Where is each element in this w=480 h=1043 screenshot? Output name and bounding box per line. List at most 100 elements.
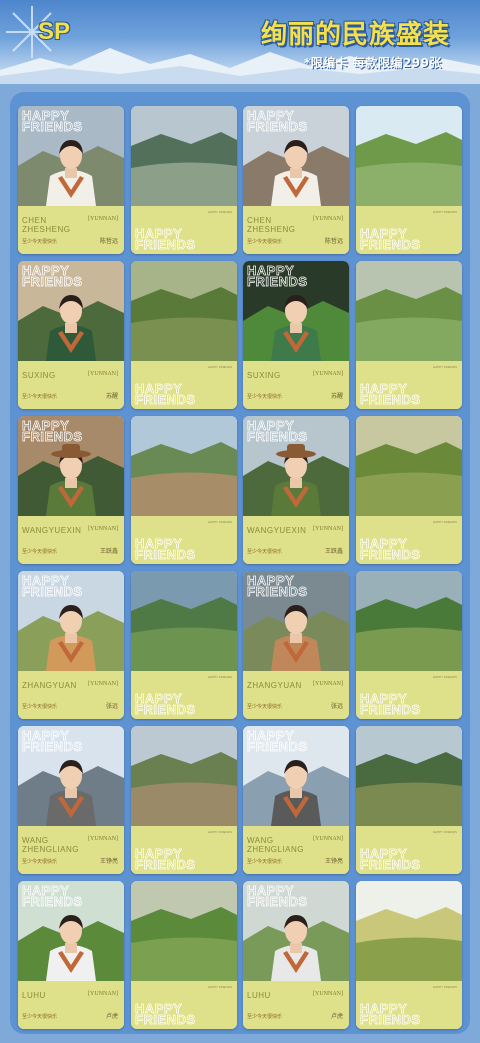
photo-card-back[interactable]: HAPPY FRIENDS HAPPY FRIENDS <box>131 571 237 719</box>
logo-line-2: FRIENDS <box>22 274 83 289</box>
landscape-photo <box>131 261 237 361</box>
photo-card-front[interactable]: HAPPY FRIENDS LUHU [YUNNAN] 至少今天很快乐 卢虎 <box>18 881 124 1029</box>
location-tag: [YUNNAN] <box>88 216 118 222</box>
happy-friends-logo: HAPPY FRIENDS <box>135 537 196 562</box>
member-name: WANGYUEXIN <box>22 526 81 535</box>
member-name-line-1: WANG <box>22 836 49 845</box>
show-name: 至少今天很快乐 <box>247 239 283 245</box>
member-signature: 张远 <box>330 703 343 710</box>
logo-line-2: FRIENDS <box>135 237 196 252</box>
photo-card-front[interactable]: HAPPY FRIENDS WANG ZHENGLIANG [YUNNAN] 至少今天很快… <box>18 726 124 874</box>
member-name: LUHU <box>22 991 46 1000</box>
small-code: HAPPY FRIENDS <box>432 520 457 524</box>
landscape-photo <box>356 416 462 516</box>
landscape-photo <box>356 261 462 361</box>
photo-card-front[interactable]: HAPPY FRIENDS SUXING [YUNNAN] 至少今天很快乐 苏醒 <box>243 261 349 409</box>
photo-card-back[interactable]: HAPPY FRIENDS HAPPY FRIENDS <box>356 416 462 564</box>
show-name: 至少今天很快乐 <box>247 394 283 400</box>
small-code: HAPPY FRIENDS <box>432 365 457 369</box>
photo-card-back[interactable]: HAPPY FRIENDS HAPPY FRIENDS <box>356 261 462 409</box>
photo-card-back[interactable]: HAPPY FRIENDS HAPPY FRIENDS <box>356 106 462 254</box>
photo-card-front[interactable]: HAPPY FRIENDS CHEN ZHESHENG [YUNNAN] 至少今天很快乐 陈… <box>18 106 124 254</box>
small-code: HAPPY FRIENDS <box>207 985 232 989</box>
member-signature: 陈哲远 <box>99 238 118 245</box>
member-name-line-1: SUXING <box>247 371 281 380</box>
member-signature: 王跃鑫 <box>99 548 118 555</box>
member-name: SUXING <box>22 371 56 380</box>
landscape-photo <box>131 881 237 981</box>
logo-line-2: FRIENDS <box>247 429 308 444</box>
location-tag: [YUNNAN] <box>313 526 343 532</box>
member-signature: 卢虎 <box>330 1013 343 1020</box>
logo-line-2: FRIENDS <box>247 894 308 909</box>
location-tag: [YUNNAN] <box>313 836 343 842</box>
logo-line-2: FRIENDS <box>22 739 83 754</box>
photo-card-back[interactable]: HAPPY FRIENDS HAPPY FRIENDS <box>131 881 237 1029</box>
happy-friends-logo: HAPPY FRIENDS <box>360 382 421 407</box>
member-signature: 苏醒 <box>330 393 343 400</box>
photo-card-front[interactable]: HAPPY FRIENDS SUXING [YUNNAN] 至少今天很快乐 苏醒 <box>18 261 124 409</box>
location-tag: [YUNNAN] <box>88 991 118 997</box>
happy-friends-logo: HAPPY FRIENDS <box>135 382 196 407</box>
location-tag: [YUNNAN] <box>313 371 343 377</box>
photo-card-back[interactable]: HAPPY FRIENDS HAPPY FRIENDS <box>131 261 237 409</box>
member-name: CHEN ZHESHENG <box>247 216 295 234</box>
happy-friends-logo: HAPPY FRIENDS <box>247 264 308 289</box>
show-name: 至少今天很快乐 <box>22 394 58 400</box>
photo-card-back[interactable]: HAPPY FRIENDS HAPPY FRIENDS <box>131 416 237 564</box>
photo-card-back[interactable]: HAPPY FRIENDS HAPPY FRIENDS <box>131 106 237 254</box>
header-banner: SP 绚丽的民族盛装 *限编卡 每款限编299张 <box>0 0 480 84</box>
happy-friends-logo: HAPPY FRIENDS <box>360 847 421 872</box>
landscape-photo <box>356 106 462 206</box>
member-name-line-1: ZHANGYUAN <box>247 681 302 690</box>
happy-friends-logo: HAPPY FRIENDS <box>22 729 83 754</box>
member-signature: 陈哲远 <box>324 238 343 245</box>
logo-line-2: FRIENDS <box>22 119 83 134</box>
small-code: HAPPY FRIENDS <box>432 675 457 679</box>
member-signature: 王铮亮 <box>99 858 118 865</box>
logo-line-2: FRIENDS <box>360 237 421 252</box>
photo-card-front[interactable]: HAPPY FRIENDS WANGYUEXIN [YUNNAN] 至少今天很快乐 王跃鑫 <box>18 416 124 564</box>
sp-label: SP <box>38 18 71 45</box>
happy-friends-logo: HAPPY FRIENDS <box>360 692 421 717</box>
photo-card-front[interactable]: HAPPY FRIENDS ZHANGYUAN [YUNNAN] 至少今天很快乐 张远 <box>18 571 124 719</box>
photo-card-back[interactable]: HAPPY FRIENDS HAPPY FRIENDS <box>356 726 462 874</box>
logo-line-2: FRIENDS <box>22 584 83 599</box>
logo-line-2: FRIENDS <box>22 894 83 909</box>
show-name: 至少今天很快乐 <box>22 239 58 245</box>
small-code: HAPPY FRIENDS <box>432 210 457 214</box>
photo-card-back[interactable]: HAPPY FRIENDS HAPPY FRIENDS <box>356 881 462 1029</box>
location-tag: [YUNNAN] <box>88 836 118 842</box>
location-tag: [YUNNAN] <box>88 526 118 532</box>
card-info-band <box>243 671 349 719</box>
photo-card-front[interactable]: HAPPY FRIENDS CHEN ZHESHENG [YUNNAN] 至少今天很快乐 陈… <box>243 106 349 254</box>
happy-friends-logo: HAPPY FRIENDS <box>360 537 421 562</box>
member-name: LUHU <box>247 991 271 1000</box>
member-name: WANG ZHENGLIANG <box>22 836 79 854</box>
landscape-photo <box>131 571 237 671</box>
logo-line-2: FRIENDS <box>360 702 421 717</box>
small-code: HAPPY FRIENDS <box>207 520 232 524</box>
card-info-band <box>18 981 124 1029</box>
member-name-line-1: LUHU <box>22 991 46 1000</box>
photo-card-back[interactable]: HAPPY FRIENDS HAPPY FRIENDS <box>356 571 462 719</box>
logo-line-2: FRIENDS <box>247 119 308 134</box>
photo-card-back[interactable]: HAPPY FRIENDS HAPPY FRIENDS <box>131 726 237 874</box>
member-name-line-1: WANG <box>247 836 274 845</box>
member-name: WANG ZHENGLIANG <box>247 836 304 854</box>
show-name: 至少今天很快乐 <box>22 549 58 555</box>
photo-card-front[interactable]: HAPPY FRIENDS WANG ZHENGLIANG [YUNNAN] 至少今天很快… <box>243 726 349 874</box>
member-signature: 王铮亮 <box>324 858 343 865</box>
member-name-line-2: ZHESHENG <box>247 225 296 234</box>
location-tag: [YUNNAN] <box>313 681 343 687</box>
member-name-line-1: WANGYUEXIN <box>22 526 82 535</box>
card-info-band <box>243 516 349 564</box>
photo-card-front[interactable]: HAPPY FRIENDS ZHANGYUAN [YUNNAN] 至少今天很快乐 张远 <box>243 571 349 719</box>
card-info-band <box>243 361 349 409</box>
logo-line-2: FRIENDS <box>360 857 421 872</box>
photo-card-front[interactable]: HAPPY FRIENDS LUHU [YUNNAN] 至少今天很快乐 卢虎 <box>243 881 349 1029</box>
photo-card-front[interactable]: HAPPY FRIENDS WANGYUEXIN [YUNNAN] 至少今天很快乐 王跃鑫 <box>243 416 349 564</box>
happy-friends-logo: HAPPY FRIENDS <box>360 1002 421 1027</box>
member-name-line-2: ZHENGLIANG <box>22 845 80 854</box>
logo-line-2: FRIENDS <box>135 547 196 562</box>
